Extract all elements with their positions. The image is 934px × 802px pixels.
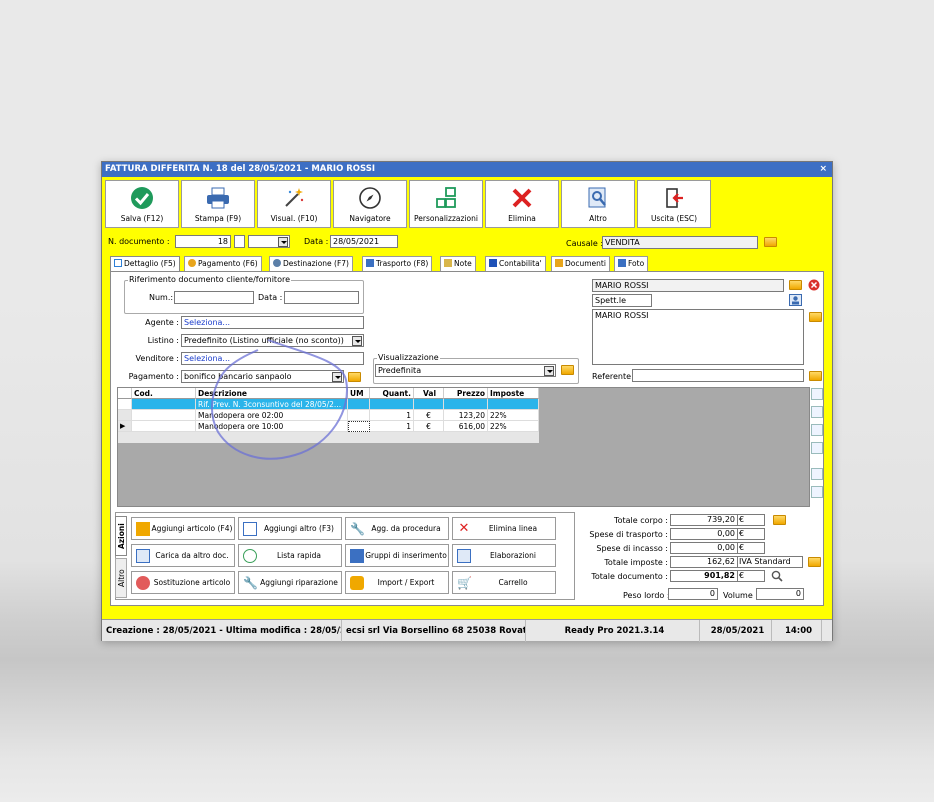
annotation-circle bbox=[211, 339, 348, 460]
